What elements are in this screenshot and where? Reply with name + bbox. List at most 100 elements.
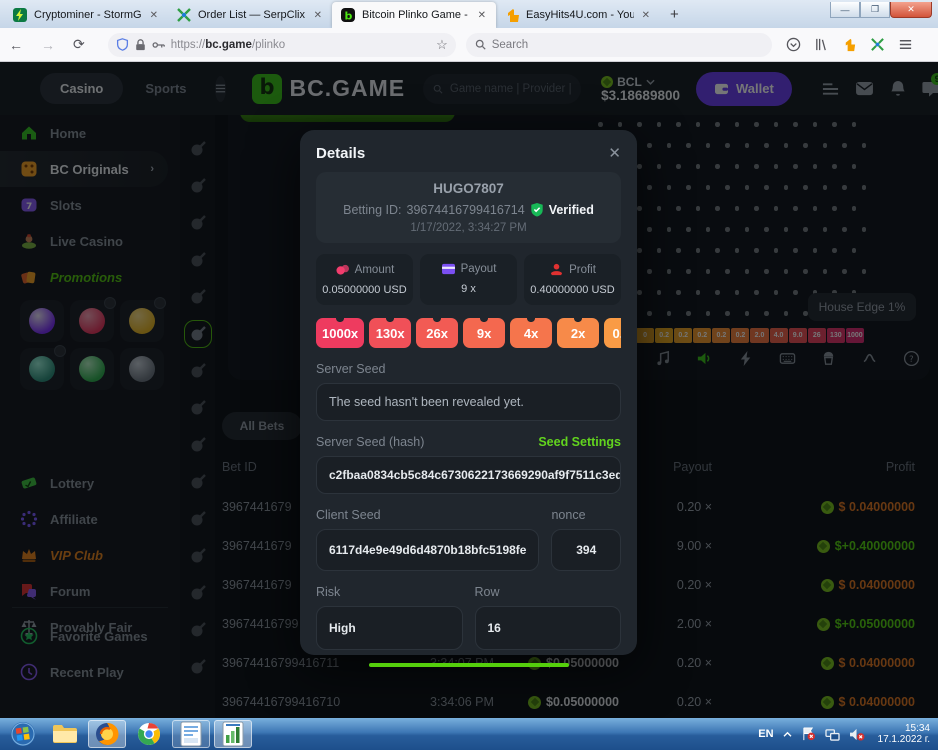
system-tray: EN 15:34 17.1.2022 г. bbox=[758, 723, 938, 745]
browser-tab[interactable]: Cryptominer - StormGain ✕ bbox=[4, 2, 168, 28]
screen: Cryptominer - StormGain✕Order List — Ser… bbox=[0, 0, 938, 750]
start-button[interactable] bbox=[4, 720, 42, 748]
bet-username: HUGO7807 bbox=[326, 181, 611, 196]
profit-icon bbox=[549, 263, 564, 276]
multiplier-chip: 2x bbox=[557, 318, 599, 348]
window-controls: — ❐ ✕ bbox=[830, 2, 932, 18]
url-text[interactable]: https://bc.game/plinko bbox=[171, 39, 430, 51]
permissions-key-icon[interactable] bbox=[152, 40, 165, 50]
modal-title: Details bbox=[316, 145, 365, 162]
writer-icon[interactable] bbox=[172, 720, 210, 748]
betting-id-value: 39674416799416714 bbox=[407, 203, 525, 217]
bet-stats: Amount 0.05000000 USD Payout9 x Profit 0.400… bbox=[316, 254, 621, 305]
svg-text:b: b bbox=[345, 10, 353, 23]
taskbar-apps bbox=[0, 720, 252, 748]
bookmark-star-icon[interactable]: ☆ bbox=[436, 37, 448, 53]
maximize-button[interactable]: ❐ bbox=[860, 2, 890, 18]
network-icon[interactable] bbox=[825, 728, 840, 741]
multiplier-chip: 1000x bbox=[316, 318, 364, 348]
tracking-shield-icon[interactable] bbox=[116, 38, 129, 51]
pocket-icon[interactable] bbox=[786, 37, 801, 52]
toolbar-icons bbox=[786, 37, 913, 52]
clock-time: 15:34 bbox=[878, 723, 930, 734]
stat-card-profit: Profit 0.40000000 USD bbox=[524, 254, 621, 305]
stat-card-amount: Amount 0.05000000 USD bbox=[316, 254, 413, 305]
stat-value: 0.05000000 USD bbox=[322, 284, 407, 296]
multiplier-chip: 130x bbox=[369, 318, 411, 348]
back-button[interactable]: ← bbox=[0, 37, 32, 53]
multiplier-chip: 0.2x bbox=[604, 318, 621, 348]
language-indicator[interactable]: EN bbox=[758, 728, 773, 740]
server-seed-input[interactable]: The seed hasn't been revealed yet. bbox=[316, 383, 621, 421]
serpclix-x-icon[interactable] bbox=[870, 37, 885, 52]
client-seed-input[interactable]: 6117d4e9e49d6d4870b18bfc5198fe bbox=[316, 529, 539, 571]
taskbar: EN 15:34 17.1.2022 г. bbox=[0, 718, 938, 750]
details-modal: Details ✕ HUGO7807 Betting ID: 396744167… bbox=[300, 130, 637, 655]
stat-label: Amount bbox=[355, 264, 395, 276]
verify-button-edge bbox=[369, 663, 569, 667]
tab-title: EasyHits4U.com - Your Traffic E bbox=[526, 9, 634, 21]
nonce-input[interactable]: 394 bbox=[551, 529, 621, 571]
tab-title: Cryptominer - StormGain bbox=[34, 9, 142, 21]
seed-settings-link[interactable]: Seed Settings bbox=[538, 435, 621, 449]
multiplier-chip: 4x bbox=[510, 318, 552, 348]
tab-strip: Cryptominer - StormGain✕Order List — Ser… bbox=[0, 0, 820, 28]
browser-tab[interactable]: Order List — SerpClix ClickSense ✕ bbox=[168, 2, 332, 28]
easyhits-hand-icon[interactable] bbox=[842, 37, 857, 52]
bet-info-card: HUGO7807 Betting ID: 39674416799416714 V… bbox=[316, 172, 621, 243]
browser-tab[interactable]: b Bitcoin Plinko Game - Play Plin ✕ bbox=[332, 2, 496, 28]
menu-icon[interactable] bbox=[898, 37, 913, 52]
browser-tab[interactable]: EasyHits4U.com - Your Traffic E ✕ bbox=[496, 2, 660, 28]
server-seed-hash-input[interactable]: c2fbaa0834cb5c84c6730622173669290af9f751… bbox=[316, 456, 621, 494]
row-label: Row bbox=[475, 585, 500, 599]
library-icon[interactable] bbox=[814, 37, 829, 52]
explorer-icon[interactable] bbox=[46, 720, 84, 748]
risk-input[interactable]: High bbox=[316, 606, 463, 650]
calc-icon[interactable] bbox=[214, 720, 252, 748]
lock-icon[interactable] bbox=[135, 39, 146, 51]
volume-muted-icon[interactable] bbox=[849, 728, 865, 741]
amount-icon bbox=[335, 263, 350, 276]
reload-button[interactable]: ⟳ bbox=[64, 36, 94, 53]
search-icon bbox=[475, 39, 486, 50]
multiplier-chip: 26x bbox=[416, 318, 458, 348]
multiplier-chip: 9x bbox=[463, 318, 505, 348]
stat-label: Profit bbox=[569, 264, 596, 276]
stat-value: 9 x bbox=[426, 283, 511, 295]
tab-close-icon[interactable]: ✕ bbox=[640, 10, 652, 21]
browser-search[interactable]: Search bbox=[466, 33, 772, 57]
server-seed-label: Server Seed bbox=[316, 362, 385, 376]
nonce-label: nonce bbox=[551, 508, 585, 522]
search-placeholder: Search bbox=[492, 39, 528, 51]
verified-shield-icon bbox=[530, 202, 544, 217]
tab-close-icon[interactable]: ✕ bbox=[148, 10, 160, 21]
minimize-button[interactable]: — bbox=[830, 2, 860, 18]
action-center-icon[interactable] bbox=[801, 727, 816, 741]
stat-value: 0.40000000 USD bbox=[530, 284, 615, 296]
payout-icon bbox=[441, 263, 456, 275]
tab-title: Order List — SerpClix ClickSense bbox=[198, 9, 306, 21]
tray-expand-icon[interactable] bbox=[783, 731, 792, 738]
chrome-icon[interactable] bbox=[130, 720, 168, 748]
modal-close-icon[interactable]: ✕ bbox=[608, 144, 621, 162]
easyhits-favicon bbox=[504, 7, 520, 23]
firefox-icon[interactable] bbox=[88, 720, 126, 748]
close-button[interactable]: ✕ bbox=[890, 2, 932, 18]
clock-date: 17.1.2022 г. bbox=[878, 734, 930, 745]
new-tab-button[interactable]: + bbox=[660, 6, 689, 23]
betting-id-label: Betting ID: bbox=[343, 203, 401, 217]
row-input[interactable]: 16 bbox=[475, 606, 622, 650]
url-bar[interactable]: https://bc.game/plinko ☆ bbox=[108, 33, 456, 57]
browser-titlebar: Cryptominer - StormGain✕Order List — Ser… bbox=[0, 0, 938, 28]
taskbar-clock[interactable]: 15:34 17.1.2022 г. bbox=[874, 723, 930, 745]
verified-label: Verified bbox=[549, 203, 594, 217]
site-viewport: Casino Sports BC.GAME Game name | Provid… bbox=[0, 62, 938, 718]
multiplier-chips: 1000x130x26x9x4x2x0.2x0.2x0.2x0 bbox=[316, 318, 621, 348]
bet-date: 1/17/2022, 3:34:27 PM bbox=[326, 222, 611, 234]
tab-title: Bitcoin Plinko Game - Play Plin bbox=[362, 9, 470, 21]
tab-close-icon[interactable]: ✕ bbox=[476, 10, 488, 21]
forward-button[interactable]: → bbox=[32, 37, 64, 53]
browser-toolbar: ← → ⟳ https://bc.game/plinko ☆ Search bbox=[0, 28, 938, 62]
stat-card-payout: Payout9 x bbox=[420, 254, 517, 305]
tab-close-icon[interactable]: ✕ bbox=[312, 10, 324, 21]
